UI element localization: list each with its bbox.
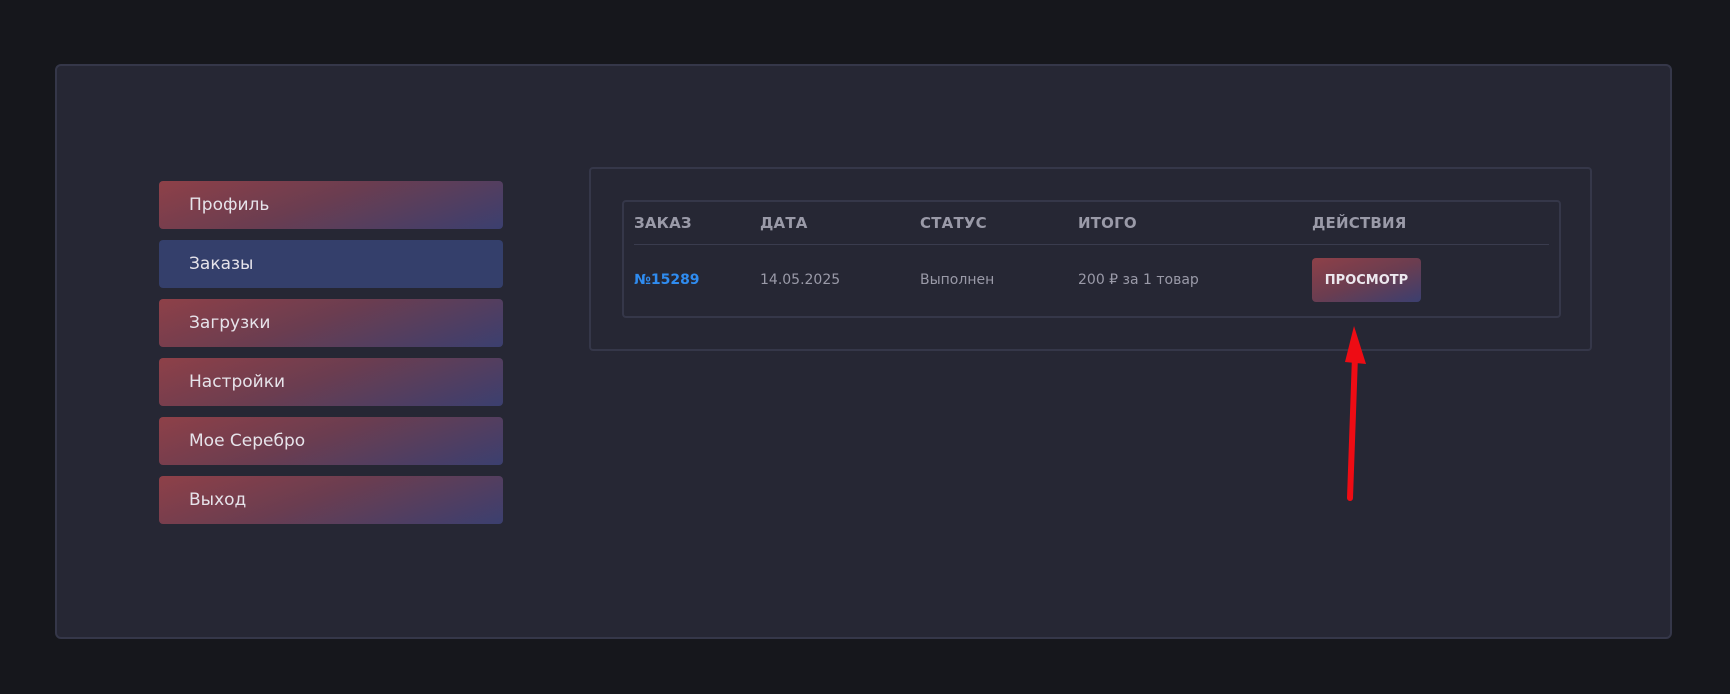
- nav-item-downloads[interactable]: Загрузки: [159, 299, 503, 347]
- header-total: ИТОГО: [1078, 214, 1137, 232]
- order-status: Выполнен: [920, 272, 995, 288]
- order-number-link[interactable]: №15289: [634, 272, 700, 288]
- account-navigation: Профиль Заказы Загрузки Настройки Мое Се…: [159, 181, 503, 535]
- nav-item-my-silver[interactable]: Мое Серебро: [159, 417, 503, 465]
- table-row: №15289 14.05.2025 Выполнен 200 ₽ за 1 то…: [634, 245, 1549, 315]
- order-date: 14.05.2025: [760, 272, 841, 288]
- order-actions-cell: ПРОСМОТР: [1312, 245, 1421, 315]
- red-arrow-up-icon: [1345, 326, 1366, 501]
- nav-item-orders[interactable]: Заказы: [159, 240, 503, 288]
- header-order: ЗАКАЗ: [634, 214, 692, 232]
- orders-table: ЗАКАЗ ДАТА СТАТУС ИТОГО ДЕЙСТВИЯ №15289 …: [622, 200, 1561, 318]
- table-header-row: ЗАКАЗ ДАТА СТАТУС ИТОГО ДЕЙСТВИЯ: [634, 202, 1549, 245]
- order-number-cell: №15289: [634, 245, 700, 315]
- header-date: ДАТА: [760, 214, 808, 232]
- nav-item-logout[interactable]: Выход: [159, 476, 503, 524]
- nav-item-settings[interactable]: Настройки: [159, 358, 503, 406]
- view-order-button[interactable]: ПРОСМОТР: [1312, 258, 1421, 302]
- orders-section: ЗАКАЗ ДАТА СТАТУС ИТОГО ДЕЙСТВИЯ №15289 …: [589, 167, 1592, 351]
- header-actions: ДЕЙСТВИЯ: [1312, 214, 1407, 232]
- account-panel: Профиль Заказы Загрузки Настройки Мое Се…: [55, 64, 1672, 639]
- order-total: 200 ₽ за 1 товар: [1078, 272, 1199, 288]
- nav-item-profile[interactable]: Профиль: [159, 181, 503, 229]
- header-status: СТАТУС: [920, 214, 987, 232]
